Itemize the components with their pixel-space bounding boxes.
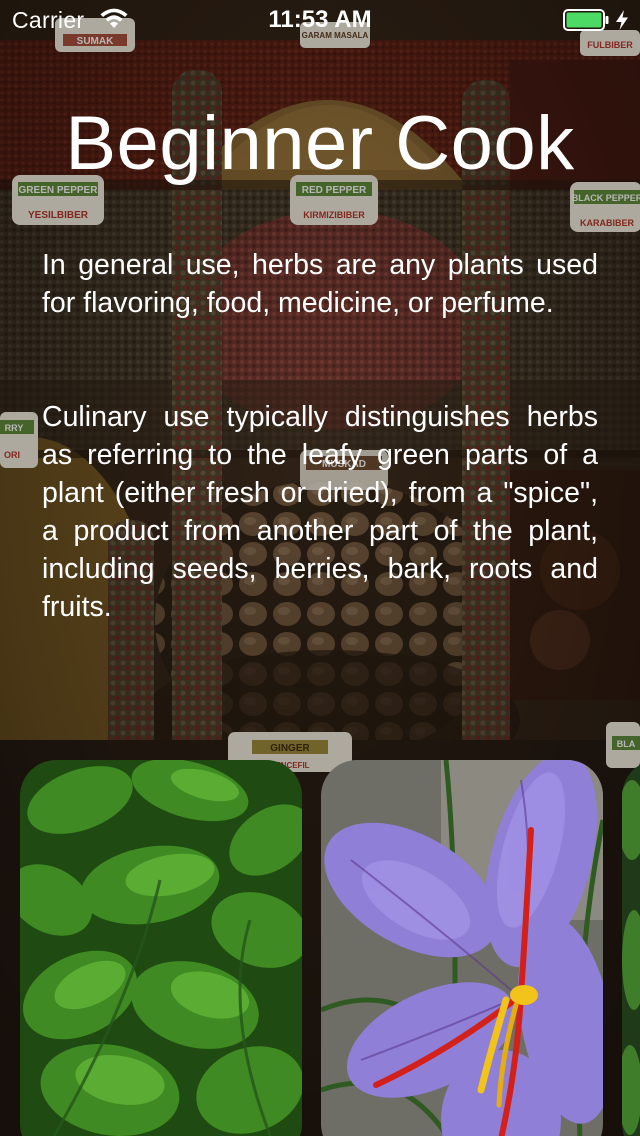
intro-paragraph: In general use, herbs are any plants use… xyxy=(42,249,598,319)
basil-image-card[interactable] xyxy=(20,760,302,1136)
basil-image xyxy=(20,760,302,1136)
culinary-paragraph: Culinary use typically distinguishes her… xyxy=(42,401,598,623)
saffron-flower-image xyxy=(321,760,603,1136)
status-time: 11:53 AM xyxy=(268,6,372,33)
third-herb-image-card[interactable] xyxy=(622,760,640,1136)
status-bar: Carrier 11:53 AM xyxy=(0,0,640,40)
herb-image-carousel[interactable] xyxy=(0,760,640,1136)
charging-bolt-icon xyxy=(616,10,628,30)
battery-icon xyxy=(563,9,609,31)
herb-partial-image xyxy=(622,760,640,1136)
app-title: Beginner Cook xyxy=(65,101,575,186)
saffron-image-card[interactable] xyxy=(321,760,603,1136)
